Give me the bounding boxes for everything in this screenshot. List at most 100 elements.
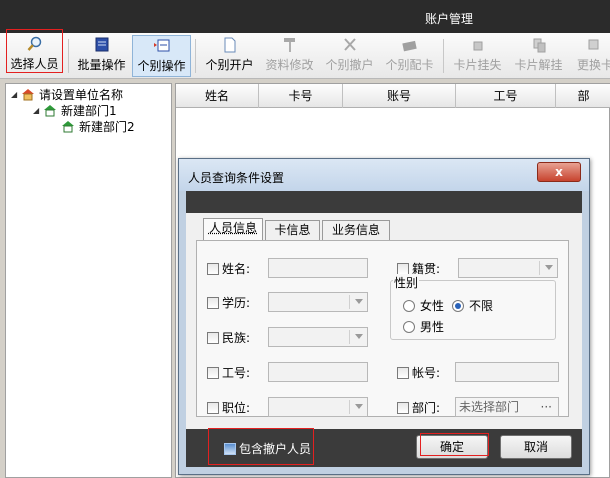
collapse-arrow-icon[interactable]: ◢ <box>33 106 43 115</box>
department-checkbox[interactable]: 部门: <box>397 399 440 416</box>
department-label: 部门: <box>412 401 441 415</box>
change-card-label: 更换卡 <box>576 58 610 72</box>
position-checkbox[interactable]: 职位: <box>207 399 250 416</box>
department-value: 未选择部门 <box>459 400 520 414</box>
ethnicity-label: 民族: <box>222 331 251 345</box>
tab-card-info[interactable]: 卡信息 <box>265 220 320 240</box>
include-closed-checkbox[interactable]: 包含撤户人员 <box>224 440 311 457</box>
single-op-icon <box>153 39 169 52</box>
window-title: 账户管理 <box>425 12 474 26</box>
account-no-input[interactable] <box>455 362 559 382</box>
card-icon <box>401 40 417 52</box>
close-account-button[interactable]: 个别撤户 <box>321 35 378 77</box>
position-select[interactable] <box>268 397 368 417</box>
radio-dot[interactable] <box>403 299 415 312</box>
checkbox-box[interactable] <box>207 331 219 344</box>
collapse-arrow-icon[interactable]: ◢ <box>11 90 21 99</box>
checkbox-box[interactable] <box>207 296 219 309</box>
department-picker[interactable]: 未选择部门 ··· <box>455 397 559 417</box>
house-icon <box>22 89 34 101</box>
employee-no-label: 工号: <box>222 366 251 380</box>
checkbox-box[interactable] <box>397 262 409 275</box>
employee-no-checkbox[interactable]: 工号: <box>207 364 250 381</box>
education-select[interactable] <box>268 292 368 312</box>
combo-separator <box>349 295 350 309</box>
batch-operation-label: 批量操作 <box>77 58 126 72</box>
tree-root[interactable]: ◢ 请设置单位名称 <box>11 86 123 103</box>
gender-male-radio[interactable]: 男性 <box>403 318 444 335</box>
tree-node-dept2-label: 新建部门2 <box>79 120 135 134</box>
combo-separator <box>349 400 350 414</box>
batch-icon <box>95 37 108 52</box>
toolbar-separator <box>195 39 196 73</box>
checkbox-box[interactable] <box>207 401 219 414</box>
swap-icon <box>588 39 599 50</box>
gender-female-radio[interactable]: 女性 <box>403 297 444 314</box>
title-bar: 账户管理 <box>0 0 610 33</box>
education-label: 学历: <box>222 296 251 310</box>
single-operation-button[interactable]: 个别操作 <box>132 35 191 77</box>
edit-info-button[interactable]: 资料修改 <box>261 35 318 77</box>
native-place-select[interactable] <box>458 258 558 278</box>
name-input[interactable] <box>268 258 368 278</box>
card-unlost-label: 卡片解挂 <box>514 58 563 72</box>
radio-dot[interactable] <box>403 320 415 333</box>
cancel-button[interactable]: 取消 <box>500 435 572 459</box>
toolbar-separator <box>443 39 444 73</box>
tab-business-info-label: 业务信息 <box>331 223 380 237</box>
column-header-account-no[interactable]: 账号 <box>343 84 456 108</box>
gender-any-radio[interactable]: 不限 <box>452 297 493 314</box>
dialog-body: 人员信息 卡信息 业务信息 姓名: 学历: 民族: 工号: 职位: 籍贯: 性别… <box>186 213 582 429</box>
assign-card-button[interactable]: 个别配卡 <box>381 35 438 77</box>
dialog-title: 人员查询条件设置 <box>188 171 285 185</box>
employee-no-input[interactable] <box>268 362 368 382</box>
toolbar-separator <box>68 39 69 73</box>
card-unlost-button[interactable]: 卡片解挂 <box>510 35 567 77</box>
column-header-department[interactable]: 部 <box>556 84 610 108</box>
single-operation-label: 个别操作 <box>137 59 186 73</box>
dialog-title-bar: 人员查询条件设置 x <box>179 159 589 191</box>
gender-any-label: 不限 <box>469 299 494 313</box>
radio-dot-selected[interactable] <box>452 299 464 312</box>
checkbox-box[interactable] <box>224 442 236 455</box>
chevron-down-icon <box>545 265 553 270</box>
include-closed-label: 包含撤户人员 <box>239 442 312 456</box>
open-account-button[interactable]: 个别开户 <box>201 35 258 77</box>
tab-card-info-label: 卡信息 <box>274 223 311 237</box>
change-card-button[interactable]: 更换卡 <box>570 35 610 77</box>
gender-label: 性别 <box>393 274 420 291</box>
tree-node-dept1[interactable]: ◢ 新建部门1 <box>33 102 117 119</box>
column-header-employee-no[interactable]: 工号 <box>456 84 556 108</box>
tab-person-info[interactable]: 人员信息 <box>203 218 263 241</box>
education-checkbox[interactable]: 学历: <box>207 294 250 311</box>
assign-card-label: 个别配卡 <box>385 58 434 72</box>
close-button[interactable]: x <box>537 162 581 182</box>
combo-separator <box>539 261 540 275</box>
checkbox-box[interactable] <box>397 401 409 414</box>
ethnicity-select[interactable] <box>268 327 368 347</box>
column-header-name[interactable]: 姓名 <box>176 84 259 108</box>
unlock-icon <box>533 38 545 53</box>
include-closed-highlight: 包含撤户人员 <box>208 428 314 465</box>
checkbox-box[interactable] <box>207 262 219 275</box>
card-lost-label: 卡片挂失 <box>453 58 502 72</box>
select-person-button[interactable]: 选择人员 <box>6 29 63 73</box>
select-person-label: 选择人员 <box>10 57 59 71</box>
gender-female-label: 女性 <box>420 299 445 313</box>
close-account-label: 个别撤户 <box>325 58 374 72</box>
dialog-header-band <box>186 191 582 213</box>
card-lost-button[interactable]: 卡片挂失 <box>449 35 506 77</box>
checkbox-box[interactable] <box>397 366 409 379</box>
close-icon: x <box>555 165 563 179</box>
name-checkbox[interactable]: 姓名: <box>207 260 250 277</box>
column-header-card-no[interactable]: 卡号 <box>259 84 343 108</box>
x-icon <box>343 38 356 51</box>
account-no-checkbox[interactable]: 帐号: <box>397 364 440 381</box>
batch-operation-button[interactable]: 批量操作 <box>73 35 130 77</box>
checkbox-box[interactable] <box>207 366 219 379</box>
tree-node-dept1-label: 新建部门1 <box>61 104 117 118</box>
tab-business-info[interactable]: 业务信息 <box>322 220 390 240</box>
tree-node-dept2[interactable]: 新建部门2 <box>61 118 135 135</box>
ethnicity-checkbox[interactable]: 民族: <box>207 329 250 346</box>
ellipsis-icon[interactable]: ··· <box>541 398 552 416</box>
